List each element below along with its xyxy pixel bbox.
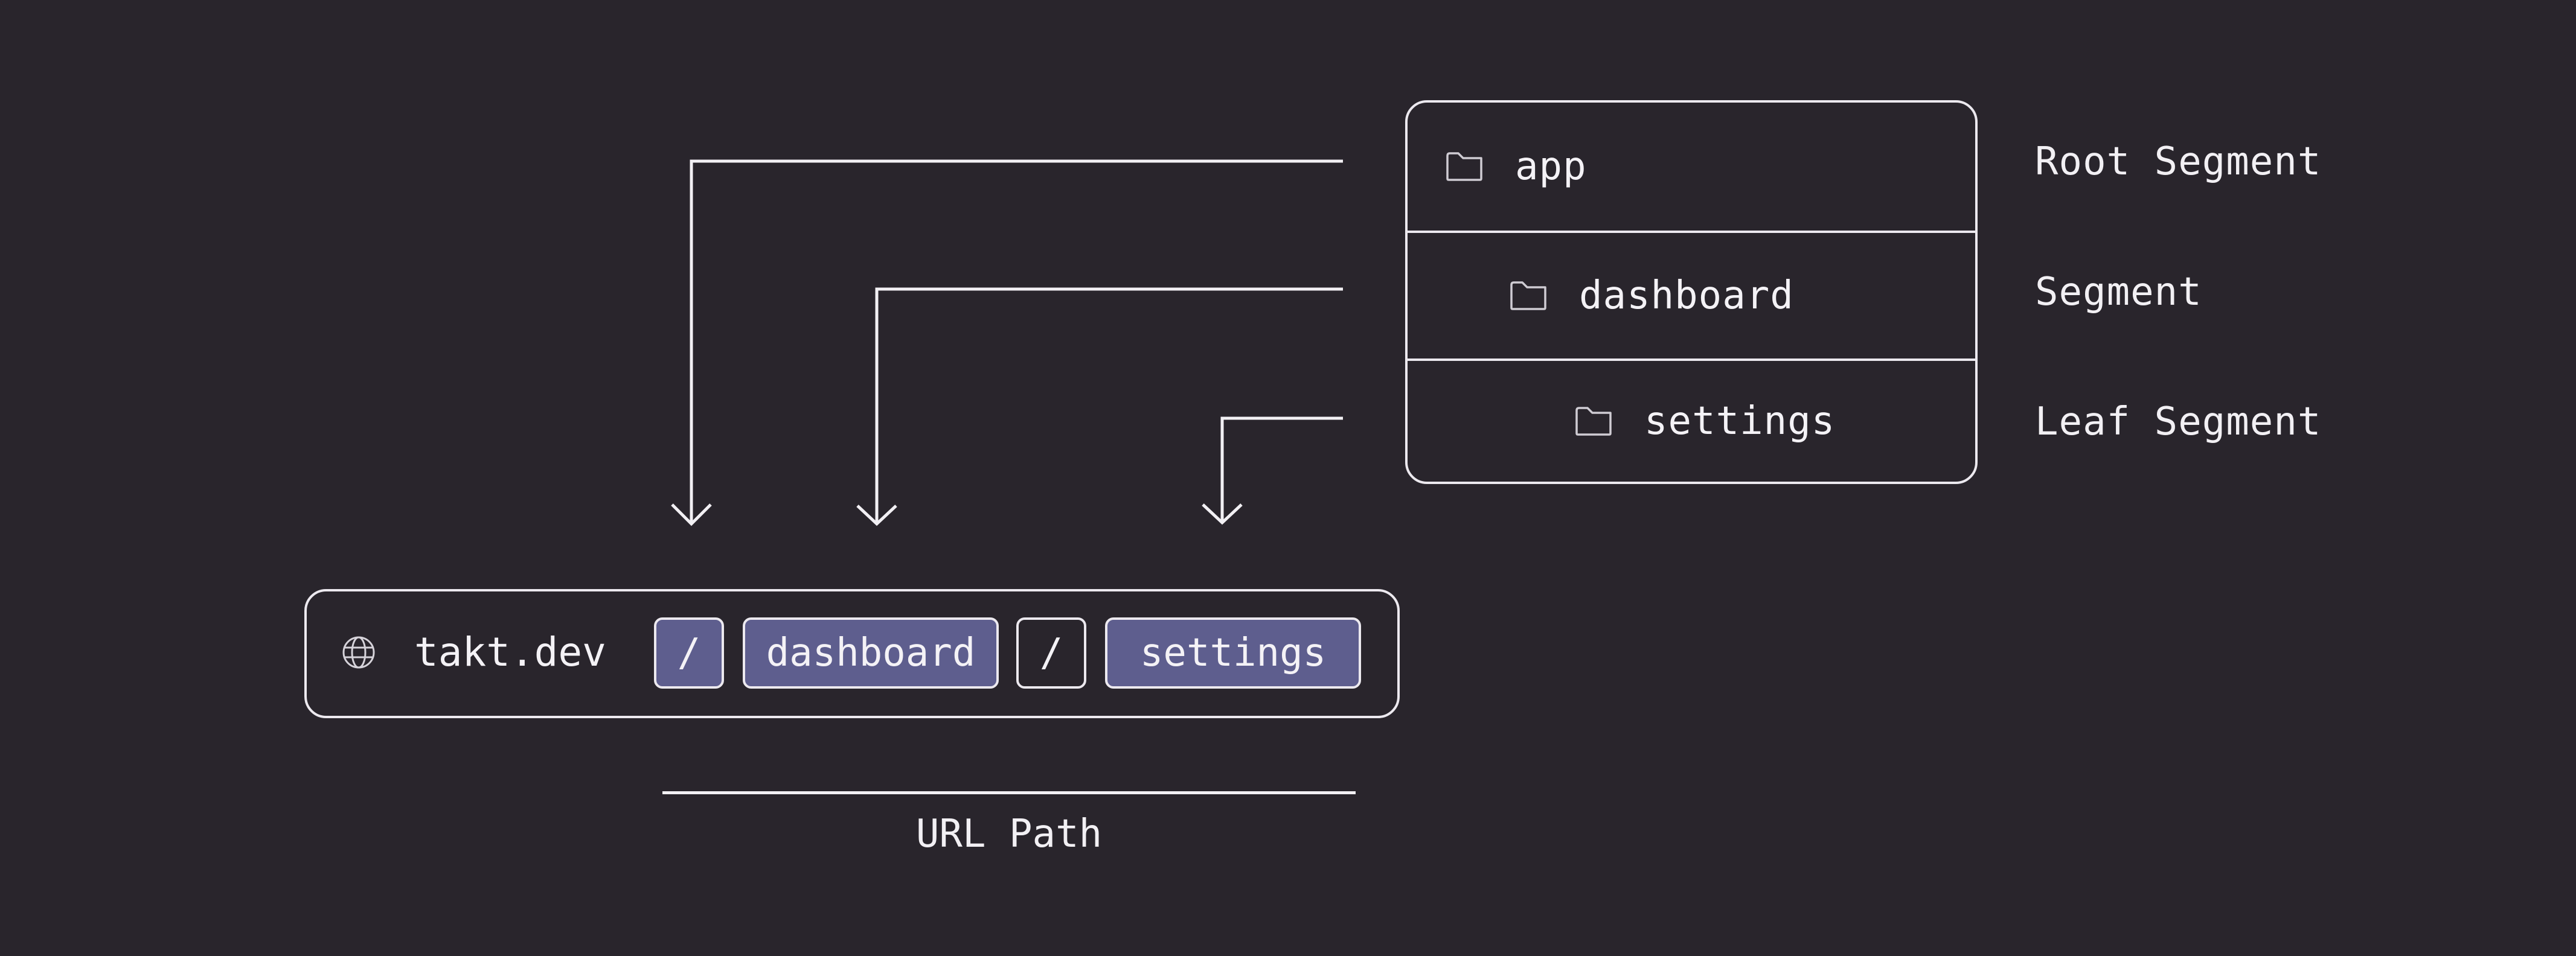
tree-item-dashboard[interactable]: dashboard: [1408, 231, 1975, 358]
url-chip-separator-slash[interactable]: /: [1016, 617, 1086, 689]
tree-item-label: dashboard: [1579, 273, 1794, 318]
folder-icon: [1575, 407, 1612, 436]
folder-icon: [1510, 281, 1546, 310]
url-chip-root-slash[interactable]: /: [654, 617, 724, 689]
segment-label-middle: Segment: [2035, 270, 2202, 314]
connector-dashboard: [875, 287, 1343, 523]
segment-label-root: Root Segment: [2035, 139, 2322, 184]
url-chip-dashboard[interactable]: dashboard: [743, 617, 999, 689]
tree-item-label: settings: [1644, 399, 1836, 444]
folder-icon: [1446, 152, 1482, 181]
tree-item-app[interactable]: app: [1408, 103, 1975, 231]
url-path-caption: URL Path: [915, 812, 1103, 856]
url-domain: takt.dev: [414, 629, 606, 675]
globe-icon: [342, 636, 375, 669]
tree-item-label: app: [1515, 144, 1587, 189]
folder-tree-panel: app dashboard settings: [1405, 100, 1978, 484]
connector-app-to-root-slash: [690, 159, 1343, 523]
segment-label-leaf: Leaf Segment: [2035, 400, 2322, 444]
url-path-bracket-line: [662, 791, 1356, 794]
tree-item-settings[interactable]: settings: [1408, 358, 1975, 482]
url-chip-settings[interactable]: settings: [1105, 617, 1361, 689]
